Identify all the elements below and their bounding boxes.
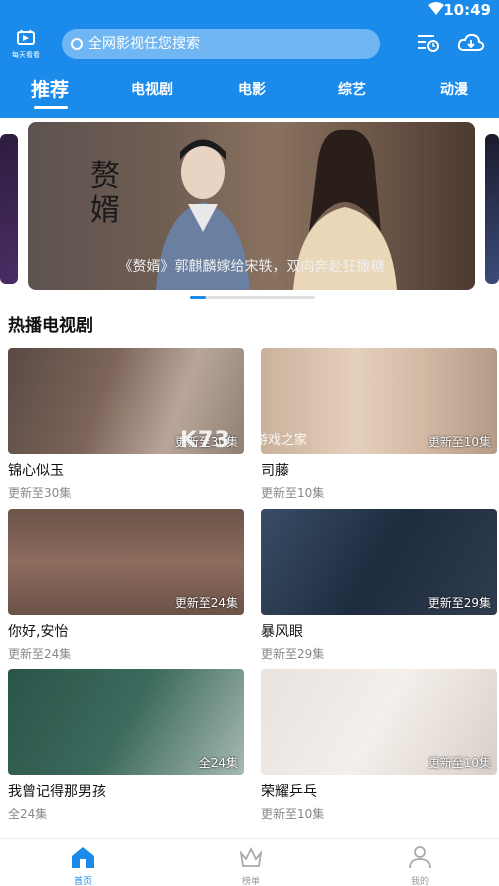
show-title[interactable]: 荣耀乒乓 bbox=[261, 781, 497, 801]
tab-recommend[interactable]: 推荐 bbox=[24, 72, 76, 108]
tv-logo-icon bbox=[17, 29, 35, 45]
top-header: 10:49 每天看看 全网影视任您搜索 推荐 电视剧 电影 综艺 动漫 bbox=[0, 0, 499, 118]
active-tab-indicator bbox=[34, 106, 68, 109]
app-logo[interactable]: 每天看看 bbox=[6, 28, 46, 60]
show-status: 更新至10集 bbox=[261, 807, 325, 821]
watermark-logo: K73 bbox=[180, 428, 231, 453]
tab-tv-series[interactable]: 电视剧 bbox=[122, 72, 182, 108]
nav-home[interactable]: 首页 bbox=[53, 845, 113, 886]
category-tabs: 推荐 电视剧 电影 综艺 动漫 bbox=[0, 72, 499, 112]
search-bar[interactable]: 全网影视任您搜索 bbox=[62, 29, 380, 59]
history-icon[interactable] bbox=[416, 32, 440, 54]
show-thumbnail[interactable]: 更新至29集 bbox=[261, 509, 497, 615]
show-status: 更新至24集 bbox=[8, 647, 72, 661]
show-title[interactable]: 锦心似玉 bbox=[8, 460, 244, 480]
tab-anime[interactable]: 动漫 bbox=[428, 72, 480, 108]
download-icon[interactable] bbox=[457, 32, 485, 54]
watermark-text: 游戏之家 bbox=[255, 433, 308, 448]
show-card[interactable]: 更新至30集 锦心似玉 更新至30集 bbox=[8, 348, 244, 501]
show-thumbnail[interactable]: 全24集 bbox=[8, 669, 244, 775]
crown-icon bbox=[239, 846, 263, 867]
carousel-indicator-active bbox=[190, 296, 206, 299]
status-time: 10:49 bbox=[443, 1, 491, 19]
nav-ranking[interactable]: 榜单 bbox=[221, 845, 281, 886]
logo-text: 每天看看 bbox=[12, 51, 40, 59]
episode-badge: 全24集 bbox=[198, 756, 238, 770]
nav-profile-label: 我的 bbox=[410, 877, 429, 886]
nav-ranking-label: 榜单 bbox=[241, 877, 260, 886]
show-title[interactable]: 我曾记得那男孩 bbox=[8, 781, 244, 801]
show-status: 更新至10集 bbox=[261, 486, 325, 500]
show-card[interactable]: 更新至10集 荣耀乒乓 更新至10集 bbox=[261, 669, 497, 822]
show-card[interactable]: 更新至29集 暴风眼 更新至29集 bbox=[261, 509, 497, 662]
search-placeholder: 全网影视任您搜索 bbox=[88, 36, 200, 52]
nav-home-label: 首页 bbox=[73, 877, 92, 886]
episode-badge: 更新至24集 bbox=[174, 596, 238, 610]
carousel-indicator bbox=[190, 296, 315, 299]
show-status: 更新至30集 bbox=[8, 486, 72, 500]
banner-title-art: 赘婿 bbox=[90, 159, 120, 228]
show-card[interactable]: 更新至24集 你好,安怡 更新至24集 bbox=[8, 509, 244, 662]
banner-slide[interactable]: 赘婿 《赘婿》郭麒麟嫁给宋轶，双向奔赴狂撒糖 bbox=[28, 122, 475, 290]
tab-variety[interactable]: 综艺 bbox=[326, 72, 378, 108]
show-card[interactable]: 全24集 我曾记得那男孩 全24集 bbox=[8, 669, 244, 822]
show-title[interactable]: 暴风眼 bbox=[261, 621, 497, 641]
prev-banner-peek[interactable] bbox=[0, 134, 18, 284]
user-icon bbox=[409, 846, 431, 869]
show-title[interactable]: 你好,安怡 bbox=[8, 621, 244, 641]
episode-badge: 更新至10集 bbox=[427, 756, 491, 770]
episode-badge: 更新至29集 bbox=[427, 596, 491, 610]
show-thumbnail[interactable]: 更新至24集 bbox=[8, 509, 244, 615]
show-title[interactable]: 司藤 bbox=[261, 460, 497, 480]
episode-badge: 更新至10集 bbox=[427, 435, 491, 449]
next-banner-peek[interactable] bbox=[485, 134, 499, 284]
home-icon bbox=[72, 847, 94, 868]
show-thumbnail[interactable]: 更新至10集 bbox=[261, 669, 497, 775]
show-status: 全24集 bbox=[8, 807, 48, 821]
banner-caption: 《赘婿》郭麒麟嫁给宋轶，双向奔赴狂撒糖 bbox=[118, 259, 385, 275]
nav-profile[interactable]: 我的 bbox=[390, 845, 450, 886]
bottom-nav: 首页 榜单 我的 bbox=[0, 838, 499, 886]
search-icon bbox=[71, 38, 83, 50]
banner-carousel[interactable]: 赘婿 《赘婿》郭麒麟嫁给宋轶，双向奔赴狂撒糖 bbox=[0, 118, 499, 300]
show-card[interactable]: 更新至10集 司藤 更新至10集 bbox=[261, 348, 497, 501]
tab-movies[interactable]: 电影 bbox=[226, 72, 278, 108]
show-status: 更新至29集 bbox=[261, 647, 325, 661]
section-title: 热播电视剧 bbox=[8, 316, 93, 336]
